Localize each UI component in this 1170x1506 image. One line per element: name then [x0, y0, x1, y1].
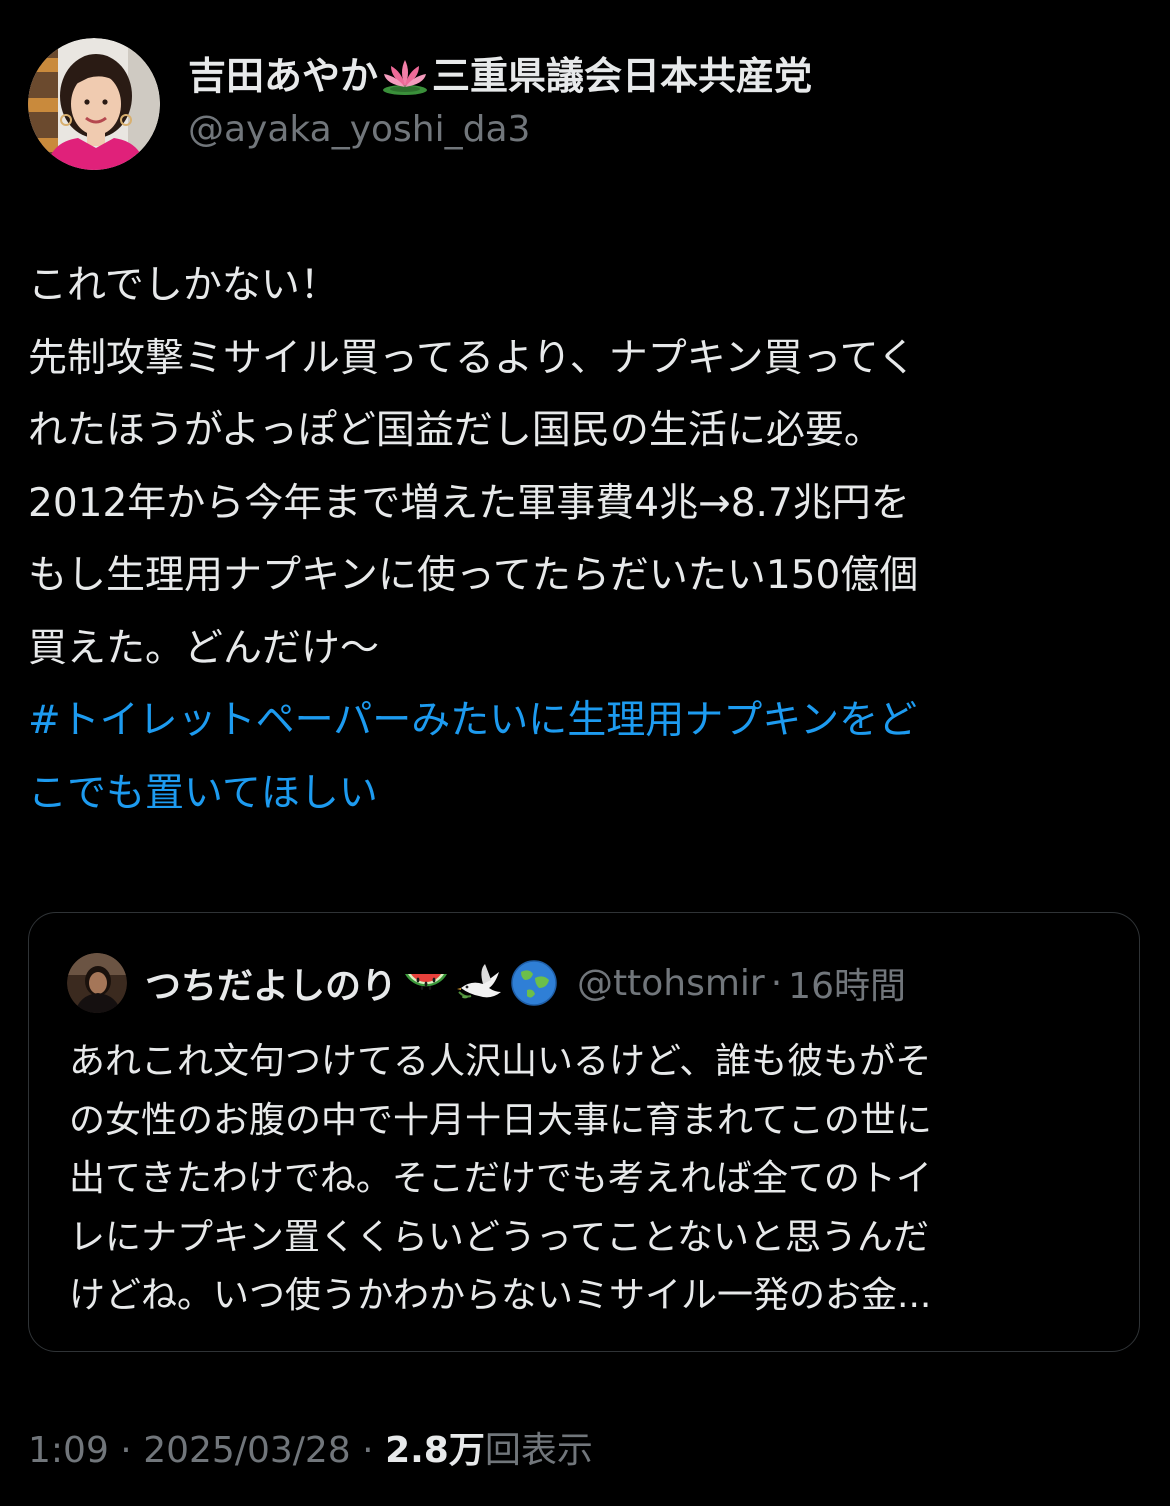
quoted-text-line: あれこれ文句つけてる人沢山いるけど、誰も彼もがそ: [69, 1041, 932, 1082]
author-affiliation-text: 三重県議会日本共産党: [432, 54, 813, 98]
dove-icon: [455, 958, 505, 1008]
hashtag-link[interactable]: こでも置いてほしい: [28, 758, 1148, 831]
tweet-body: これでしかない！ 先制攻撃ミサイル買ってるより、ナプキン買ってく れたほうがよっ…: [28, 250, 1148, 830]
author-avatar[interactable]: [28, 38, 160, 170]
author-names: 吉田あやか 三重県議会日本共産党 @ayaka_yoshi_da3: [188, 50, 1138, 156]
author-handle[interactable]: @ayaka_yoshi_da3: [188, 104, 1138, 156]
post-date[interactable]: 2025/03/28: [143, 1430, 351, 1471]
author-name-text: 吉田あやか: [188, 54, 379, 98]
quoted-tweet-header: つちだよしのり @ttohsmir · 16時間: [67, 953, 906, 1013]
tweet-text-line: れたほうがよっぽど国益だし国民の生活に必要。: [28, 408, 883, 453]
quoted-author-avatar[interactable]: [67, 953, 127, 1013]
tweet-text-line: 買えた。どんだけ〜: [28, 625, 380, 671]
quoted-text-line: レにナプキン置くくらいどうってことないと思うんだ: [69, 1216, 930, 1258]
tweet-text-line: 先制攻撃ミサイル買ってるより、ナプキン買ってく: [28, 335, 917, 381]
quoted-tweet-body: あれこれ文句つけてる人沢山いるけど、誰も彼もがそ の女性のお腹の中で十月十日大事…: [69, 1033, 1109, 1326]
hashtag-link[interactable]: #トイレットペーパーみたいに生理用ナプキンをど: [28, 685, 1148, 758]
quoted-timestamp[interactable]: 16時間: [788, 957, 906, 1009]
tweet-meta: 1:09 · 2025/03/28 · 2.8万回表示: [28, 1424, 593, 1478]
lotus-icon: [380, 56, 430, 96]
author-display-name[interactable]: 吉田あやか 三重県議会日本共産党: [188, 50, 1138, 102]
views-count[interactable]: 2.8万: [385, 1430, 485, 1471]
quoted-author-handle: @ttohsmir: [577, 962, 765, 1004]
tweet-text-line: これでしかない！: [28, 263, 339, 308]
tweet-author: 吉田あやか 三重県議会日本共産党 @ayaka_yoshi_da3: [28, 38, 1138, 170]
quoted-author-name[interactable]: つちだよしのり: [145, 957, 397, 1009]
watermelon-icon: [401, 958, 451, 1008]
tweet-text-line: 2012年から今年まで増えた軍事費4兆→8.7兆円を: [28, 480, 910, 526]
tweet-text-line: もし生理用ナプキンに使ってたらだいたい150億個: [28, 553, 919, 598]
quoted-tweet-card[interactable]: つちだよしのり @ttohsmir · 16時間 あれこれ文句つけてる人沢山いる…: [28, 912, 1140, 1352]
globe-icon: [509, 958, 559, 1008]
quoted-text-line: 出てきたわけでね。そこだけでも考えれば全てのトイ: [69, 1158, 932, 1199]
meta-separator: ·: [362, 1430, 374, 1471]
views-label: 回表示: [484, 1430, 593, 1471]
meta-separator: ·: [120, 1430, 132, 1471]
quoted-text-line: けどね。いつ使うかわからないミサイル一発のお金...: [69, 1275, 932, 1316]
post-time[interactable]: 1:09: [28, 1430, 109, 1471]
quoted-text-line: の女性のお腹の中で十月十日大事に育まれてこの世に: [69, 1099, 932, 1141]
quoted-header-separator: ·: [770, 962, 783, 1004]
